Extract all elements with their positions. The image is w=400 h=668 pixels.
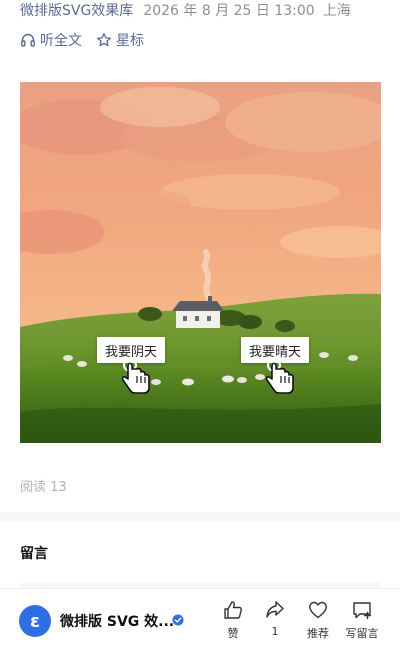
heart-icon xyxy=(309,601,327,619)
comment-add-icon xyxy=(353,602,372,620)
headphones-icon xyxy=(21,33,35,47)
listen-button[interactable]: 听全文 xyxy=(20,30,82,50)
section-divider xyxy=(0,512,400,522)
write-comment-button[interactable]: 写留言 xyxy=(340,599,384,641)
avatar[interactable]: ε xyxy=(19,605,51,637)
listen-label: 听全文 xyxy=(40,33,82,49)
star-button[interactable]: 星标 xyxy=(96,30,144,50)
like-label: 赞 xyxy=(227,627,239,640)
share-count: 1 xyxy=(271,625,279,638)
publish-location: 上海 xyxy=(322,3,351,19)
article-meta: 微排版SVG效果库 2026 年 8 月 25 日 13:00 上海 xyxy=(20,0,351,20)
pointing-hand-icon xyxy=(265,359,294,394)
publish-time: 2026 年 8 月 25 日 13:00 xyxy=(143,3,315,19)
pointing-hand-icon xyxy=(121,359,150,394)
account-name[interactable]: 微排版 SVG 效... xyxy=(60,611,174,631)
recommend-button[interactable]: 推荐 xyxy=(296,599,340,641)
account-link[interactable]: 微排版SVG效果库 xyxy=(20,0,133,20)
write-comment-label: 写留言 xyxy=(345,627,379,640)
avatar-glyph: ε xyxy=(29,610,41,632)
countryside-scene xyxy=(20,82,381,443)
thumbs-up-icon xyxy=(224,601,242,619)
article-actions: 听全文 星标 xyxy=(20,30,158,50)
share-icon xyxy=(266,601,284,618)
share-button[interactable]: 1 xyxy=(253,599,297,638)
bottom-toolbar: ε 微排版 SVG 效... 赞 1 推荐 写留言 xyxy=(0,588,400,668)
read-count: 阅读 13 xyxy=(20,480,67,495)
verified-badge-icon xyxy=(172,614,184,626)
hero-image: 我要阴天 我要晴天 xyxy=(20,82,381,443)
comments-title: 留言 xyxy=(20,546,48,562)
star-icon xyxy=(97,33,111,47)
like-button[interactable]: 赞 xyxy=(211,599,255,641)
star-label: 星标 xyxy=(116,33,144,49)
recommend-label: 推荐 xyxy=(307,627,329,640)
